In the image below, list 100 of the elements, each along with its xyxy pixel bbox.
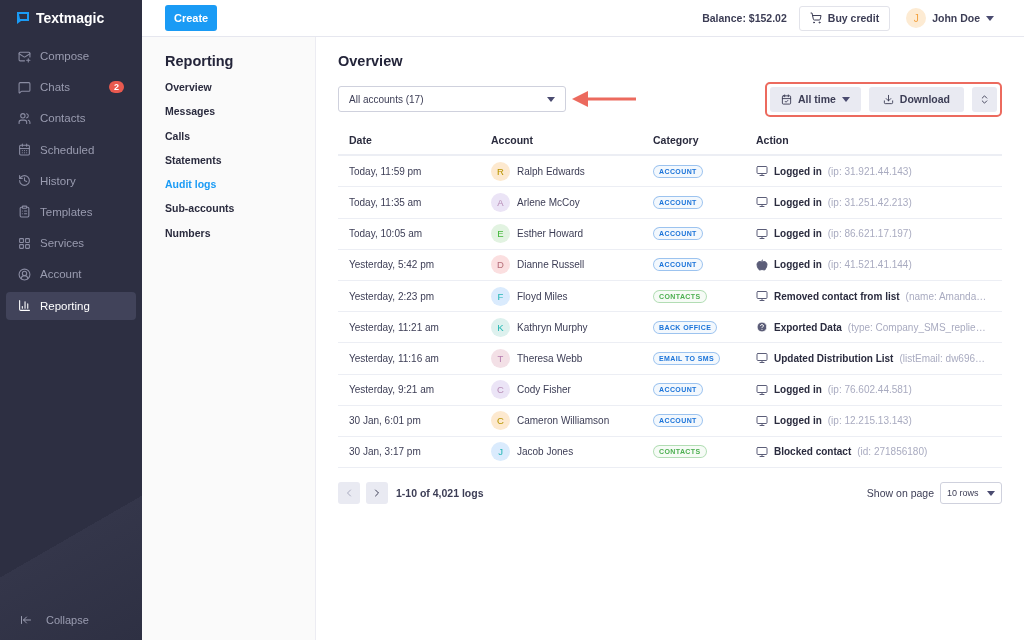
buy-credit-button[interactable]: Buy credit — [798, 5, 891, 31]
subnav-link[interactable]: Numbers — [165, 226, 292, 252]
action-detail: (type: Company_SMS_replie… — [847, 321, 986, 333]
account-avatar: D — [491, 255, 510, 275]
account-name: Floyd Miles — [517, 290, 568, 302]
action-text: Logged in — [774, 259, 822, 271]
page-title: Overview — [338, 53, 404, 69]
action-detail: (name: Amanda… — [905, 290, 987, 302]
column-header: Action — [756, 133, 790, 146]
subnav-link[interactable]: Overview — [165, 81, 292, 106]
sidebar-item[interactable]: History — [6, 166, 136, 195]
help-icon — [756, 321, 768, 334]
sidebar-item[interactable]: Chats 2 — [6, 73, 136, 102]
user-menu[interactable]: J John Doe — [906, 8, 994, 28]
sort-icon — [979, 93, 990, 105]
date-cell-text: Today, 11:35 am — [349, 196, 423, 208]
date-cell-text: 30 Jan, 3:17 pm — [349, 446, 422, 458]
account-avatar: J — [491, 442, 510, 462]
monitor-icon — [756, 414, 768, 427]
date-cell-text: Yesterday, 2:23 pm — [349, 290, 436, 302]
sidebar-item[interactable]: Account — [6, 260, 136, 289]
action-detail: (listEmail: dw696… — [899, 352, 986, 364]
collapse-button[interactable]: Collapse — [6, 610, 136, 630]
date-cell-text: Today, 10:05 am — [349, 228, 424, 240]
account-name: Cody Fisher — [517, 384, 571, 396]
action-detail: (id: 271856180) — [857, 446, 928, 458]
action-text: Removed contact from list — [774, 290, 900, 302]
account-name: Ralph Edwards — [517, 165, 585, 177]
sidebar-item[interactable]: Templates — [6, 197, 136, 226]
next-page-button[interactable] — [366, 482, 388, 505]
account-avatar: F — [491, 286, 510, 306]
download-button[interactable]: Download — [868, 86, 964, 112]
logo-icon — [16, 11, 30, 25]
account-avatar: E — [491, 224, 510, 244]
sidebar-item[interactable]: Services — [6, 229, 136, 258]
user-avatar: J — [906, 8, 927, 28]
nav-icon — [18, 111, 31, 125]
previous-page-button[interactable] — [338, 482, 360, 505]
sidebar-item[interactable]: Reporting — [6, 291, 136, 320]
cart-icon — [809, 12, 822, 24]
nav-icon — [18, 299, 31, 312]
column-header: Category — [653, 133, 700, 146]
monitor-icon — [756, 165, 768, 178]
unread-count: 2 — [109, 81, 124, 94]
action-text: Logged in — [774, 165, 822, 177]
date-cell-text: Yesterday, 5:42 pm — [349, 259, 436, 271]
account-name: Esther Howard — [517, 228, 584, 240]
period-button[interactable]: All time — [769, 86, 861, 112]
monitor-icon — [756, 383, 768, 396]
action-text: Logged in — [774, 415, 822, 427]
caret-icon — [987, 490, 995, 496]
account-avatar: T — [491, 348, 510, 368]
monitor-icon — [756, 196, 768, 209]
collapse-icon — [20, 614, 32, 626]
account-name: Kathryn Murphy — [517, 321, 588, 333]
account-name: Arlene McCoy — [517, 196, 580, 208]
date-cell-text: Today, 11:59 pm — [349, 165, 423, 177]
account-avatar: R — [491, 161, 510, 181]
account-name: Cameron Williamson — [517, 415, 610, 427]
caret-icon — [547, 96, 555, 102]
account-avatar: C — [491, 411, 510, 431]
nav-icon — [18, 143, 31, 157]
action-detail: (ip: 31.921.44.143) — [827, 165, 912, 177]
sidebar-item[interactable]: Compose — [6, 42, 136, 70]
action-detail: (ip: 41.521.41.144) — [827, 259, 912, 271]
balance: Balance: $152.02 — [702, 12, 787, 24]
action-text: Logged in — [774, 228, 822, 240]
nav-icon — [18, 80, 31, 94]
account-name: Theresa Webb — [517, 352, 583, 364]
subnav-link[interactable]: Calls — [165, 129, 292, 154]
subnav-link[interactable]: Sub-accounts — [165, 202, 292, 227]
account-name: Jacob Jones — [517, 446, 574, 458]
rows-select[interactable]: 10 rows — [940, 482, 1002, 505]
subnav-link[interactable]: Statements — [165, 153, 292, 179]
download-icon — [882, 93, 894, 105]
account-avatar: K — [491, 317, 510, 337]
monitor-icon — [756, 445, 768, 458]
subnav-link[interactable]: Messages — [165, 105, 292, 130]
account-select[interactable]: All accounts (17) — [338, 86, 566, 112]
sidebar-item[interactable]: Scheduled — [6, 135, 136, 164]
rows-label: Show on page — [866, 487, 934, 500]
account-avatar: C — [491, 380, 510, 400]
sort-button[interactable] — [972, 86, 997, 112]
date-cell-text: Yesterday, 9:21 am — [349, 384, 436, 396]
column-header: Account — [491, 133, 534, 146]
brand-name: Textmagic — [36, 10, 105, 26]
action-detail: (ip: 76.602.44.581) — [827, 384, 912, 396]
section-title: Reporting — [165, 53, 235, 69]
action-text: Logged in — [774, 384, 822, 396]
nav-icon — [18, 236, 31, 250]
caret-icon — [986, 15, 994, 21]
nav-icon — [18, 174, 31, 188]
caret-icon — [841, 96, 850, 102]
apple-icon — [756, 258, 768, 271]
account-avatar: A — [491, 192, 510, 212]
date-cell-text: Yesterday, 11:16 am — [349, 352, 440, 364]
monitor-icon — [756, 352, 768, 365]
nav-icon — [18, 49, 31, 63]
sidebar-item[interactable]: Contacts — [6, 104, 136, 133]
nav-icon — [18, 205, 31, 219]
